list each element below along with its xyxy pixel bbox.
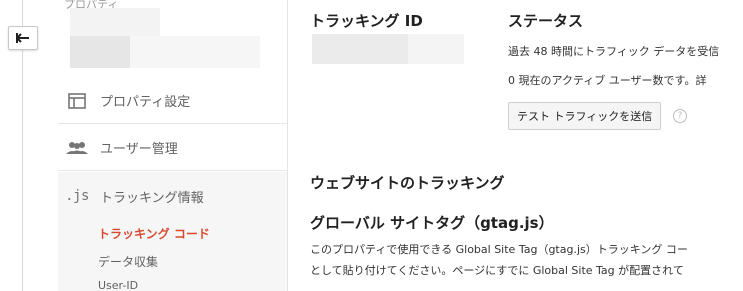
website-tracking-title: ウェブサイトのトラッキング <box>310 174 505 192</box>
property-name-redacted-2 <box>130 36 260 68</box>
tracking-id-value-redacted <box>312 34 408 64</box>
property-selector-redacted[interactable] <box>70 8 160 36</box>
sidebar-item-user-management[interactable]: ユーザー管理 <box>58 125 288 171</box>
sidebar-item-label: ユーザー管理 <box>100 142 178 157</box>
send-test-traffic-button[interactable]: テスト トラフィックを送信 <box>508 102 662 130</box>
main-content: トラッキング ID ステータス 過去 48 時間にトラフィック データを受信 0… <box>288 0 743 291</box>
gtag-description-line1: このプロパティで使用できる Global Site Tag（gtag.js）トラ… <box>310 243 688 256</box>
tracking-id-value-redacted-2 <box>408 34 464 64</box>
tracking-id-title: トラッキング ID <box>310 12 423 30</box>
help-icon[interactable]: ? <box>673 109 687 123</box>
status-title: ステータス <box>508 12 584 30</box>
admin-sidebar: プロパティ プロパティ設定 ユーザー管理 .js トラッキング情報 トラッキング… <box>44 0 288 291</box>
gtag-description-line2: として貼り付けてください。ページにすでに Global Site Tag が配置… <box>310 264 684 277</box>
submenu-item-user-id[interactable]: User-ID <box>98 279 138 291</box>
back-button[interactable] <box>8 26 38 50</box>
submenu-item-tracking-code[interactable]: トラッキング コード <box>98 225 210 242</box>
status-traffic-text: 過去 48 時間にトラフィック データを受信 <box>508 45 720 58</box>
status-active-users-text: 0 現在のアクティブ ユーザー数です。詳 <box>508 74 707 87</box>
property-name-redacted <box>70 36 130 68</box>
gtag-section-title: グローバル サイトタグ（gtag.js） <box>310 214 554 232</box>
sidebar-item-property-settings[interactable]: プロパティ設定 <box>58 78 288 124</box>
users-icon <box>66 137 88 159</box>
left-gutter <box>0 0 44 291</box>
property-settings-icon <box>66 90 88 112</box>
sidebar-item-tracking-info[interactable]: .js トラッキング情報 <box>58 172 288 220</box>
sidebar-item-label: トラッキング情報 <box>100 190 204 206</box>
sidebar-item-label: プロパティ設定 <box>100 95 191 110</box>
arrow-left-icon <box>16 33 29 43</box>
js-icon: .js <box>65 188 89 204</box>
submenu-item-data-collection[interactable]: データ収集 <box>98 253 158 270</box>
